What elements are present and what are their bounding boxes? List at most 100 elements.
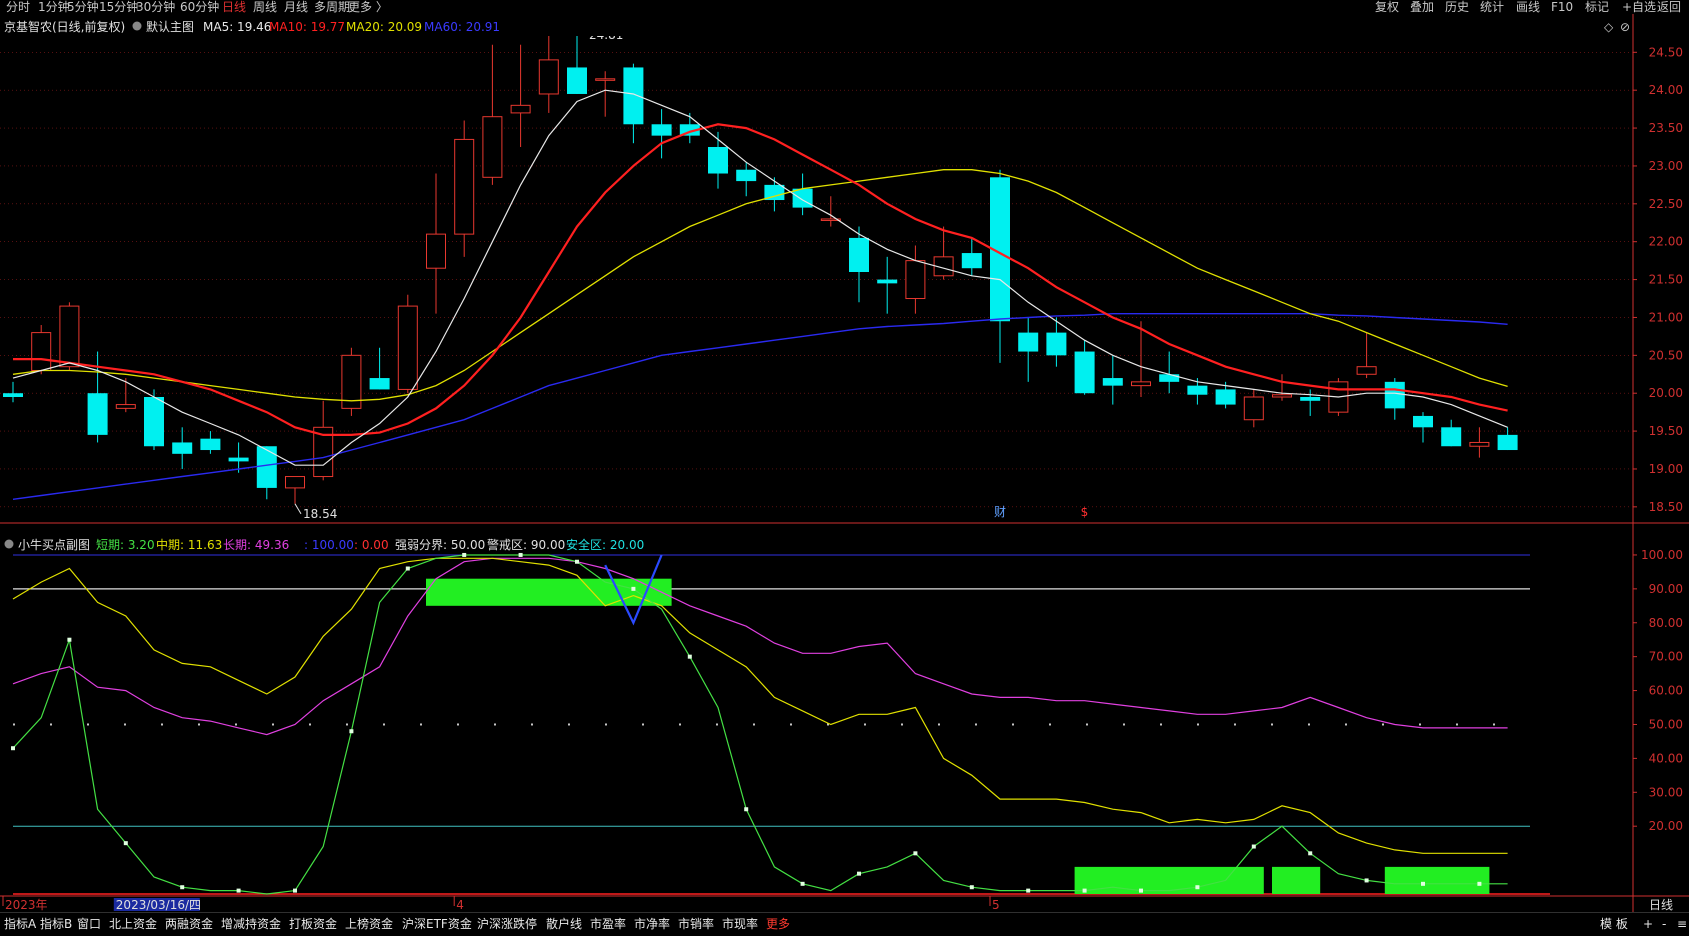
time-label: 2023年 — [5, 898, 48, 912]
candle-body-down — [623, 67, 644, 125]
tool-button-7[interactable]: +自选 — [1622, 0, 1656, 14]
main-y-tick-label: 22.00 — [1649, 235, 1683, 249]
date-cursor-label: 2023/03/16/四 — [116, 898, 201, 912]
period-tab-1[interactable]: 1分钟 — [38, 0, 70, 14]
candle-body-down — [1413, 415, 1433, 428]
candle-body-down — [200, 438, 221, 451]
main-y-tick-label: 19.50 — [1649, 424, 1683, 438]
tool-button-3[interactable]: 统计 — [1480, 0, 1504, 14]
short-term-point — [575, 559, 579, 564]
tool-button-2[interactable]: 历史 — [1445, 0, 1469, 14]
candle-body-up — [115, 404, 136, 409]
candle-body-down — [1074, 351, 1095, 394]
bottom-tab-10[interactable]: 散户线 — [546, 916, 582, 932]
candle-body-down — [1441, 427, 1462, 447]
main-y-tick-label: 20.00 — [1649, 386, 1683, 400]
period-tab-8[interactable]: 月线 — [284, 0, 308, 14]
bottom-tab-9[interactable]: 沪深涨跌停 — [477, 916, 537, 932]
bottom-right-0[interactable]: 模 板 — [1600, 916, 1628, 932]
period-tab-5[interactable]: 60分钟 — [180, 0, 219, 14]
hline-50-dot — [309, 723, 311, 726]
candle-body-down — [87, 393, 108, 435]
bottom-tab-13[interactable]: 市销率 — [678, 916, 714, 932]
candle — [510, 44, 531, 147]
sub-indicator-name: 小牛买点副图 — [18, 537, 90, 552]
main-y-tick-label: 21.50 — [1649, 273, 1683, 287]
candle — [1243, 389, 1264, 428]
short-term-point — [800, 881, 805, 886]
period-tab-3[interactable]: 15分钟 — [99, 0, 138, 14]
ma-legend-3: MA60: 20.91 — [424, 20, 500, 34]
bottom-tab-4[interactable]: 两融资金 — [165, 916, 213, 932]
candle — [369, 347, 390, 390]
period-tab-0[interactable]: 分时 — [6, 0, 30, 14]
candle — [567, 28, 587, 94]
bottom-tab-12[interactable]: 市净率 — [634, 916, 670, 932]
hline-50-dot — [50, 723, 52, 726]
hline-50-dot — [679, 723, 681, 726]
candle-body-down — [1102, 378, 1123, 386]
short-term-point — [857, 871, 861, 876]
period-tab-4[interactable]: 30分钟 — [136, 0, 175, 14]
short-term-point — [180, 885, 185, 890]
candle — [1469, 427, 1490, 458]
bottom-right-1[interactable]: + — [1643, 916, 1653, 932]
short-term-point — [293, 888, 297, 893]
indicator-toggle-icon[interactable] — [132, 21, 142, 31]
tool-button-4[interactable]: 画线 — [1516, 0, 1540, 14]
finance-event-mark: 财 — [994, 505, 1006, 519]
bottom-right-2[interactable]: - — [1662, 916, 1666, 932]
sub-indicator-toggle-icon[interactable] — [4, 539, 14, 549]
period-toolbar: 分时 1分钟 5分钟 15分钟 30分钟 60分钟 日线 周线 月线 多周期 更多 〉 复权 叠加 历史统… — [0, 0, 1689, 14]
tool-button-5[interactable]: F10 — [1551, 0, 1573, 14]
candle — [341, 347, 362, 416]
period-tab-10[interactable]: 更多 〉 — [348, 0, 388, 14]
main-y-tick-label: 19.00 — [1649, 462, 1683, 476]
bottom-tab-0[interactable]: 指标A — [4, 916, 36, 932]
bottom-tab-2[interactable]: 窗口 — [77, 916, 101, 932]
candle — [1018, 317, 1039, 382]
short-term-point — [969, 885, 974, 890]
candle — [1356, 332, 1377, 379]
tool-button-0[interactable]: 复权 — [1375, 0, 1399, 14]
period-tab-6[interactable]: 日线 — [222, 0, 246, 14]
bottom-tab-5[interactable]: 增减持资金 — [221, 916, 281, 932]
bottom-tab-15[interactable]: 更多 — [766, 916, 790, 932]
main-y-tick-label: 23.50 — [1649, 121, 1683, 135]
bottom-right-3[interactable]: ≡ — [1677, 916, 1687, 932]
bottom-tab-1[interactable]: 指标B — [40, 916, 72, 932]
period-tab-2[interactable]: 5分钟 — [67, 0, 99, 14]
hline-50-dot — [642, 723, 644, 726]
long-term-line — [12, 557, 1508, 736]
candle-body-up — [482, 116, 503, 178]
short-term-point — [11, 746, 15, 751]
diamond-icon: ◇ — [1604, 20, 1614, 34]
tool-button-6[interactable]: 标记 — [1585, 0, 1609, 14]
low-price-label: 18.54 — [303, 507, 337, 521]
bottom-tab-14[interactable]: 市现率 — [722, 916, 758, 932]
hline-50-dot — [494, 723, 496, 726]
main-y-tick-label: 24.50 — [1649, 45, 1683, 59]
hline-50-dot — [383, 723, 385, 726]
main-y-tick-label: 23.00 — [1649, 159, 1683, 173]
period-tab-9[interactable]: 多周期 — [314, 0, 350, 14]
candle-body-down — [144, 397, 164, 447]
candle — [1046, 317, 1067, 367]
candle-body-up — [510, 104, 531, 114]
tool-button-1[interactable]: 叠加 — [1410, 0, 1434, 14]
period-tab-7[interactable]: 周线 — [253, 0, 277, 14]
bottom-tab-11[interactable]: 市盈率 — [590, 916, 626, 932]
stock-name: 京基智农(日线,前复权) — [4, 19, 125, 34]
bottom-tab-6[interactable]: 打板资金 — [289, 916, 337, 932]
bottom-tab-7[interactable]: 上榜资金 — [345, 916, 393, 932]
candle — [1441, 419, 1462, 447]
bottom-tab-8[interactable]: 沪深ETF资金 — [402, 916, 472, 932]
hline-50-dot — [1234, 723, 1236, 726]
candle-body-down — [1159, 374, 1180, 382]
dividend-event-mark: $ — [1081, 505, 1089, 519]
candle — [1384, 378, 1405, 420]
tool-button-8[interactable]: 返回 — [1657, 0, 1681, 14]
candle-body-down — [877, 279, 898, 284]
hline-50-dot — [716, 723, 718, 726]
bottom-tab-3[interactable]: 北上资金 — [109, 916, 157, 932]
